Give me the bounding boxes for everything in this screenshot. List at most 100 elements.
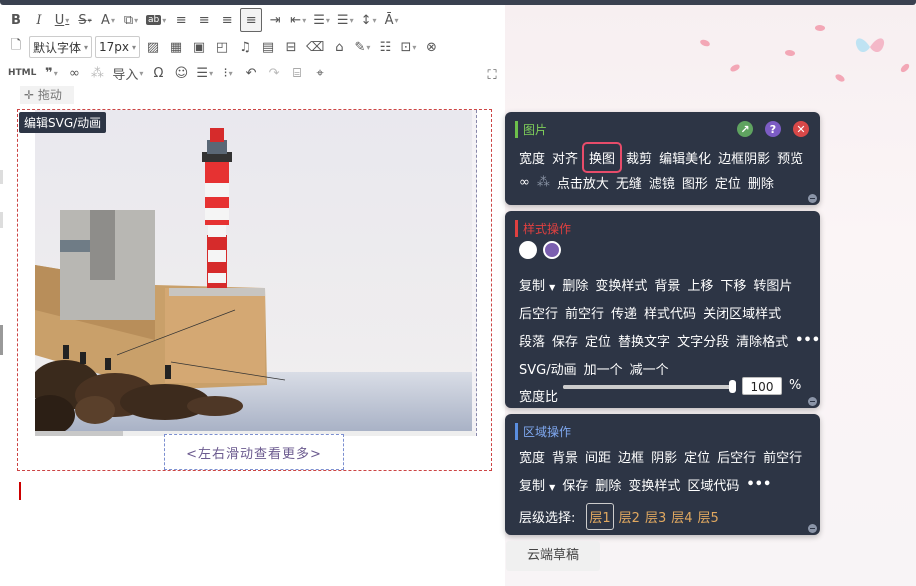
paragraph-button[interactable]: 段落 — [519, 331, 545, 350]
cloud-drafts-button[interactable]: 云端草稿 — [506, 541, 600, 571]
link-icon[interactable]: ∞ — [519, 175, 530, 190]
area-before-blank-button[interactable]: 前空行 — [763, 447, 802, 466]
width-ratio-input[interactable]: 100 — [742, 377, 782, 395]
white-color-swatch[interactable] — [519, 241, 537, 259]
collapse-icon[interactable] — [808, 524, 817, 533]
move-up-button[interactable]: 上移 — [687, 275, 713, 294]
area-copy-button[interactable]: 复制 ▼ — [519, 475, 555, 494]
level-2-button[interactable]: 层2 — [619, 507, 640, 526]
edit-beautify-button[interactable]: 编辑美化 — [659, 148, 711, 167]
background-button[interactable]: 背景 — [654, 275, 680, 294]
remove-one-button[interactable]: 减一个 — [630, 359, 669, 378]
gallery-icon[interactable]: ◰ — [212, 36, 232, 58]
text-split-button[interactable]: 文字分段 — [677, 331, 729, 350]
search-replace-icon[interactable]: ⊗ — [421, 36, 441, 58]
delete-button[interactable]: 删除 — [748, 173, 774, 192]
underline-button[interactable]: U — [52, 9, 72, 31]
text-style-icon[interactable]: Ā — [382, 9, 402, 31]
line-spacing-icon[interactable]: ☰ — [335, 9, 356, 31]
line-height-icon[interactable]: ↕ — [359, 9, 379, 31]
redo-icon[interactable]: ↷ — [264, 62, 284, 84]
html-button[interactable]: HTML — [6, 62, 38, 84]
lighthouse-photo[interactable] — [35, 110, 472, 431]
drag-handle[interactable]: ✛ 拖动 — [20, 86, 74, 104]
strikethrough-button[interactable]: S — [75, 9, 95, 31]
align-center-icon[interactable]: ≡ — [194, 9, 214, 31]
move-down-button[interactable]: 下移 — [720, 275, 746, 294]
bullet-list-icon[interactable]: ☰ — [194, 62, 215, 84]
seamless-button[interactable]: 无缝 — [616, 173, 642, 192]
eraser-icon[interactable]: ⌫ — [304, 36, 326, 58]
image-align-button[interactable]: 对齐 — [552, 148, 578, 167]
area-border-button[interactable]: 边框 — [618, 447, 644, 466]
indent-icon[interactable]: ⇥ — [265, 9, 285, 31]
add-one-button[interactable]: 加一个 — [584, 359, 623, 378]
replace-text-button[interactable]: 替换文字 — [618, 331, 670, 350]
level-1-button[interactable]: 层1 — [586, 503, 614, 530]
pass-button[interactable]: 传递 — [611, 303, 637, 322]
click-enlarge-button[interactable]: 点击放大 — [557, 173, 609, 192]
edit-svg-badge[interactable]: 编辑SVG/动画 — [19, 112, 107, 133]
shape-button[interactable]: 图形 — [682, 173, 708, 192]
area-after-blank-button[interactable]: 后空行 — [717, 447, 756, 466]
width-ratio-slider-thumb[interactable] — [729, 380, 736, 393]
format-painter-icon[interactable]: ⌸ — [287, 62, 307, 84]
table-icon[interactable]: ▦ — [166, 36, 186, 58]
location-icon[interactable]: ⌖ — [310, 62, 330, 84]
style-delete-button[interactable]: 删除 — [562, 275, 588, 294]
quote-icon[interactable]: ❞ — [41, 62, 61, 84]
divider-icon[interactable]: ⊟ — [281, 36, 301, 58]
clear-style-icon[interactable]: ▨ — [143, 36, 163, 58]
collapse-icon[interactable] — [808, 194, 817, 203]
share-icon[interactable]: ↗ — [737, 121, 753, 137]
unlink-icon[interactable]: ⁂ — [537, 175, 550, 190]
music-icon[interactable]: ♫ — [235, 36, 255, 58]
link-icon[interactable]: ∞ — [64, 62, 84, 84]
crop-button[interactable]: 裁剪 — [626, 148, 652, 167]
level-4-button[interactable]: 层4 — [671, 507, 692, 526]
shadow-button[interactable]: 阴影 — [651, 447, 677, 466]
video-icon[interactable]: ▤ — [258, 36, 278, 58]
purple-color-swatch[interactable] — [543, 241, 561, 259]
area-delete-button[interactable]: 删除 — [595, 475, 621, 494]
brush-icon[interactable]: ⌂ — [329, 36, 349, 58]
unlink-icon[interactable]: ⁂ — [87, 62, 107, 84]
import-button[interactable]: 导入 — [110, 62, 145, 84]
after-blank-line-button[interactable]: 后空行 — [519, 303, 558, 322]
close-area-style-button[interactable]: 关闭区域样式 — [703, 303, 781, 322]
area-code-button[interactable]: 区域代码 — [687, 475, 739, 494]
area-transform-style-button[interactable]: 变换样式 — [628, 475, 680, 494]
before-blank-line-button[interactable]: 前空行 — [565, 303, 604, 322]
template-icon[interactable]: ⊡ — [398, 36, 418, 58]
italic-button[interactable]: I — [29, 9, 49, 31]
area-save-button[interactable]: 保存 — [562, 475, 588, 494]
font-color-button[interactable]: A — [98, 9, 118, 31]
more-icon[interactable]: ••• — [795, 333, 820, 348]
close-icon[interactable]: ✕ — [793, 121, 809, 137]
help-icon[interactable]: ? — [765, 121, 781, 137]
align-left-icon[interactable]: ≡ — [171, 9, 191, 31]
level-5-button[interactable]: 层5 — [698, 507, 719, 526]
font-family-select[interactable]: 默认字体 — [29, 36, 93, 58]
transform-style-button[interactable]: 变换样式 — [595, 275, 647, 294]
filter-button[interactable]: 滤镜 — [649, 173, 675, 192]
preview-button[interactable]: 预览 — [777, 148, 803, 167]
replace-image-button[interactable]: 换图 — [582, 142, 623, 173]
outdent-icon[interactable]: ⇤ — [288, 9, 308, 31]
copy-button[interactable]: 复制 ▼ — [519, 275, 555, 294]
area-position-button[interactable]: 定位 — [684, 447, 710, 466]
level-3-button[interactable]: 层3 — [645, 507, 666, 526]
image-width-button[interactable]: 宽度 — [519, 148, 545, 167]
area-more-icon[interactable]: ••• — [746, 477, 771, 492]
svg-animation-button[interactable]: SVG/动画 — [519, 359, 577, 378]
style-code-button[interactable]: 样式代码 — [644, 303, 696, 322]
save-button[interactable]: 保存 — [552, 331, 578, 350]
area-background-button[interactable]: 背景 — [552, 447, 578, 466]
emoji-icon[interactable]: ☺ — [171, 62, 191, 84]
image-icon[interactable]: ▣ — [189, 36, 209, 58]
undo-icon[interactable]: ↶ — [241, 62, 261, 84]
clear-format-button[interactable]: 清除格式 — [736, 331, 788, 350]
locate-button[interactable]: 定位 — [585, 331, 611, 350]
position-button[interactable]: 定位 — [715, 173, 741, 192]
font-size-select[interactable]: 17px — [95, 36, 141, 58]
